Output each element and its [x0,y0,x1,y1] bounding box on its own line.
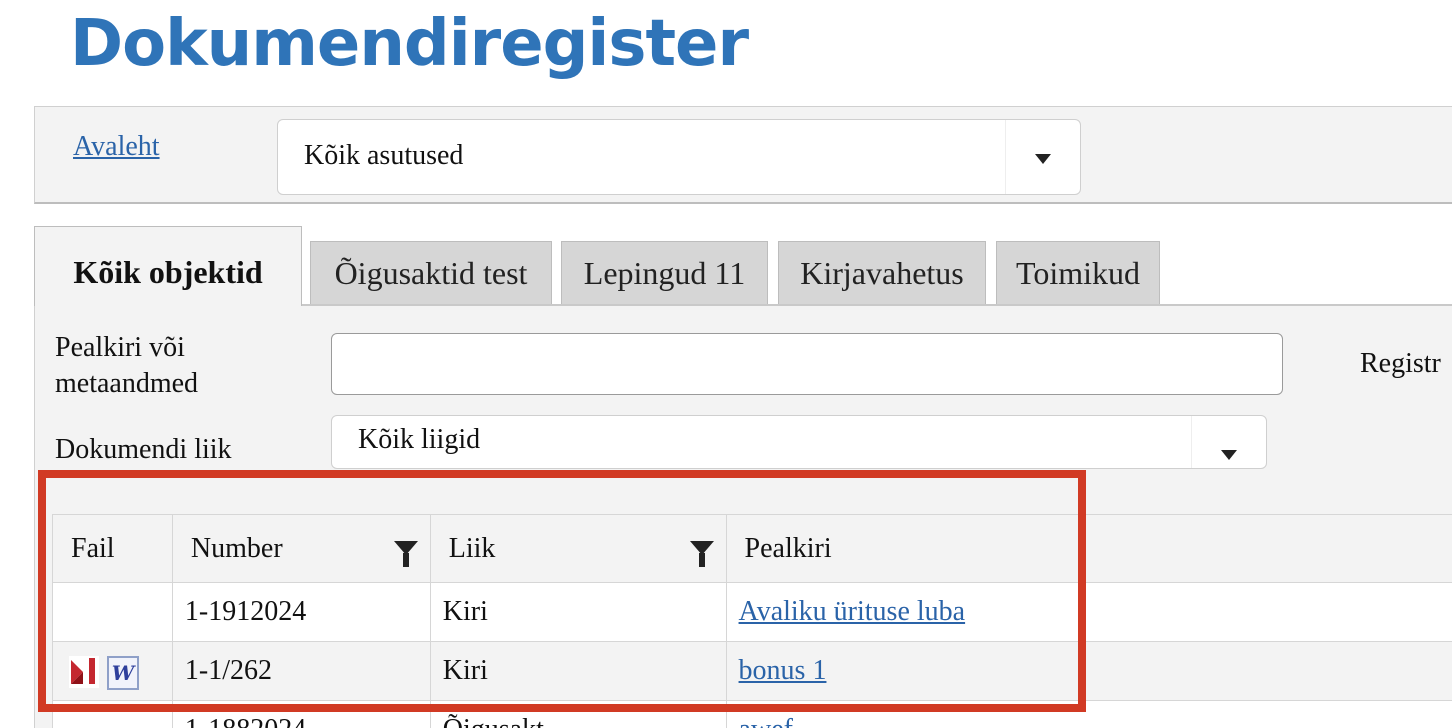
column-header-type-label: Liik [448,532,496,564]
number-cell: 1-1912024 [171,582,431,642]
home-link[interactable]: Avaleht [73,131,160,163]
table-header-row: Fail Number Liik Pealkiri [52,514,1452,583]
column-header-number[interactable]: Number [171,514,431,583]
word-icon[interactable]: W [107,656,139,690]
title-cell: bonus 1 [725,641,1452,701]
filter-icon[interactable] [393,541,418,567]
column-header-file: Fail [52,514,173,583]
pdf-icon[interactable] [69,656,99,688]
column-header-title[interactable]: Pealkiri [725,514,1452,583]
title-search-label: Pealkiri või metaandmed [55,330,198,402]
title-search-input[interactable] [331,333,1283,395]
file-cell [52,700,173,728]
document-title-link[interactable]: Avaliku ürituse luba [739,596,966,627]
table-row: W 1-1/262 Kiri bonus 1 [52,641,1452,701]
column-header-type[interactable]: Liik [429,514,727,583]
chevron-down-icon [1035,154,1051,164]
file-cell [52,582,173,642]
title-search-label-line2: metaandmed [55,368,199,399]
agency-select[interactable]: Kõik asutused [277,119,1081,195]
tab-koik-objektid[interactable]: Kõik objektid [34,226,302,306]
top-toolbar: Avaleht Kõik asutused [34,106,1452,204]
column-header-number-label: Number [190,532,283,564]
select-separator [1191,416,1192,468]
number-cell: 1-1882024 [171,700,431,728]
tab-toimikud[interactable]: Toimikud [996,241,1160,305]
type-cell: Kiri [429,641,727,701]
number-cell: 1-1/262 [171,641,431,701]
select-separator [1005,120,1006,194]
page: Dokumendiregister Avaleht Kõik asutused … [0,0,1452,728]
document-type-select[interactable]: Kõik liigid [331,415,1267,469]
documents-table: Fail Number Liik Pealkiri 1-1912024 Kiri… [52,514,1452,728]
table-row: 1-1882024 Õigusakt awef [52,700,1452,728]
type-cell: Kiri [429,582,727,642]
title-cell: awef [725,700,1452,728]
registry-label: Registr [1360,348,1441,379]
chevron-down-icon [1221,450,1237,460]
document-type-label: Dokumendi liik [55,434,232,465]
site-logo[interactable]: Dokumendiregister [70,4,749,84]
tab-lepingud-11[interactable]: Lepingud 11 [561,241,768,305]
document-title-link[interactable]: awef [739,714,793,728]
filter-icon[interactable] [689,541,714,567]
agency-select-value: Kõik asutused [304,140,464,171]
title-cell: Avaliku ürituse luba [725,582,1452,642]
tab-kirjavahetus[interactable]: Kirjavahetus [778,241,986,305]
tab-oigusaktid-test[interactable]: Õigusaktid test [310,241,552,305]
title-search-label-line1: Pealkiri või [55,332,185,363]
file-cell: W [52,641,173,701]
table-row: 1-1912024 Kiri Avaliku ürituse luba [52,582,1452,642]
type-cell: Õigusakt [429,700,727,728]
document-type-value: Kõik liigid [358,424,481,455]
document-title-link[interactable]: bonus 1 [739,655,827,686]
